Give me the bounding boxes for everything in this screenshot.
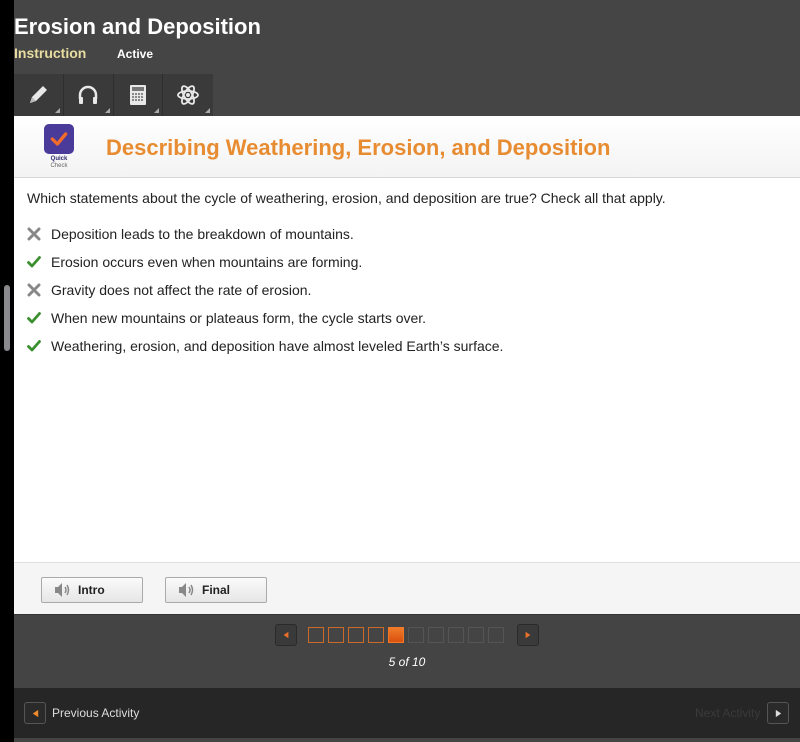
speaker-icon — [55, 583, 70, 597]
activity-content: Quick Check Describing Weathering, Erosi… — [14, 116, 800, 614]
answer-text: Gravity does not affect the rate of eros… — [51, 282, 312, 298]
next-activity-label: Next Activity — [695, 706, 761, 720]
quick-check-badge — [44, 124, 74, 154]
x-icon — [27, 283, 41, 297]
intro-label: Intro — [78, 583, 105, 597]
answer-item[interactable]: Gravity does not affect the rate of eros… — [27, 276, 503, 304]
scrollbar-thumb[interactable] — [4, 285, 10, 351]
previous-page-button[interactable] — [275, 624, 297, 646]
headphones-icon — [78, 85, 98, 104]
bottom-band — [14, 738, 800, 742]
check-icon — [27, 340, 41, 352]
checkmark-badge-icon — [50, 132, 68, 146]
tab-instruction[interactable]: Instruction — [14, 45, 86, 61]
page-indicator-1[interactable] — [308, 627, 324, 643]
calculator-tool-button[interactable] — [114, 74, 164, 116]
page-indicator-9[interactable] — [468, 627, 484, 643]
page-indicator-8[interactable] — [448, 627, 464, 643]
question-text: Which statements about the cycle of weat… — [27, 190, 666, 206]
header: Erosion and Deposition Instruction Activ… — [14, 0, 800, 116]
page-indicator-2[interactable] — [328, 627, 344, 643]
tab-active[interactable]: Active — [117, 47, 153, 61]
final-audio-button[interactable]: Final — [165, 577, 267, 603]
page-navigator: 5 of 10 — [14, 614, 800, 688]
previous-activity-label[interactable]: Previous Activity — [52, 706, 139, 720]
answer-item[interactable]: When new mountains or plateaus form, the… — [27, 304, 503, 332]
quick-check-label: Quick — [50, 156, 68, 162]
answer-item[interactable]: Erosion occurs even when mountains are f… — [27, 248, 503, 276]
audio-tool-button[interactable] — [64, 74, 114, 116]
answer-item[interactable]: Weathering, erosion, and deposition have… — [27, 332, 503, 360]
page-indicators — [308, 627, 504, 643]
calculator-icon — [129, 85, 146, 105]
check-icon — [27, 256, 41, 268]
check-icon — [27, 312, 41, 324]
activity-title-bar: Quick Check Describing Weathering, Erosi… — [14, 116, 800, 178]
pencil-tool-button[interactable] — [14, 74, 64, 116]
page-indicator-10[interactable] — [488, 627, 504, 643]
activity-title: Describing Weathering, Erosion, and Depo… — [106, 135, 611, 160]
audio-bar: Intro Final — [14, 562, 800, 614]
previous-activity-button[interactable] — [24, 702, 46, 724]
arrow-right-icon — [775, 709, 781, 717]
arrow-left-icon — [283, 631, 289, 639]
answer-item[interactable]: Deposition leads to the breakdown of mou… — [27, 220, 503, 248]
atom-icon — [177, 85, 200, 105]
answer-list: Deposition leads to the breakdown of mou… — [27, 220, 503, 360]
footer-nav: Previous Activity Next Activity — [14, 688, 800, 738]
speaker-icon — [179, 583, 194, 597]
next-activity-button[interactable] — [767, 702, 789, 724]
lesson-title: Erosion and Deposition — [14, 14, 261, 39]
final-label: Final — [202, 583, 231, 597]
app-window: Erosion and Deposition Instruction Activ… — [14, 0, 800, 742]
intro-audio-button[interactable]: Intro — [41, 577, 143, 603]
page-indicator-4[interactable] — [368, 627, 384, 643]
arrow-left-icon — [32, 709, 38, 717]
answer-text: Erosion occurs even when mountains are f… — [51, 254, 363, 270]
quick-check-label-2: Check — [50, 163, 68, 169]
pencil-icon — [30, 86, 48, 103]
science-tool-button[interactable] — [163, 74, 213, 116]
answer-text: Weathering, erosion, and deposition have… — [51, 338, 504, 354]
x-icon — [27, 227, 41, 241]
page-count: 5 of 10 — [388, 655, 426, 669]
left-edge-strip — [0, 0, 14, 742]
page-indicator-3[interactable] — [348, 627, 364, 643]
answer-text: When new mountains or plateaus form, the… — [51, 310, 427, 326]
toolbar — [14, 74, 213, 116]
answer-text: Deposition leads to the breakdown of mou… — [51, 226, 354, 242]
page-indicator-7[interactable] — [428, 627, 444, 643]
next-page-button[interactable] — [517, 624, 539, 646]
arrow-right-icon — [525, 631, 531, 639]
page-indicator-5[interactable] — [388, 627, 404, 643]
page-indicator-6[interactable] — [408, 627, 424, 643]
